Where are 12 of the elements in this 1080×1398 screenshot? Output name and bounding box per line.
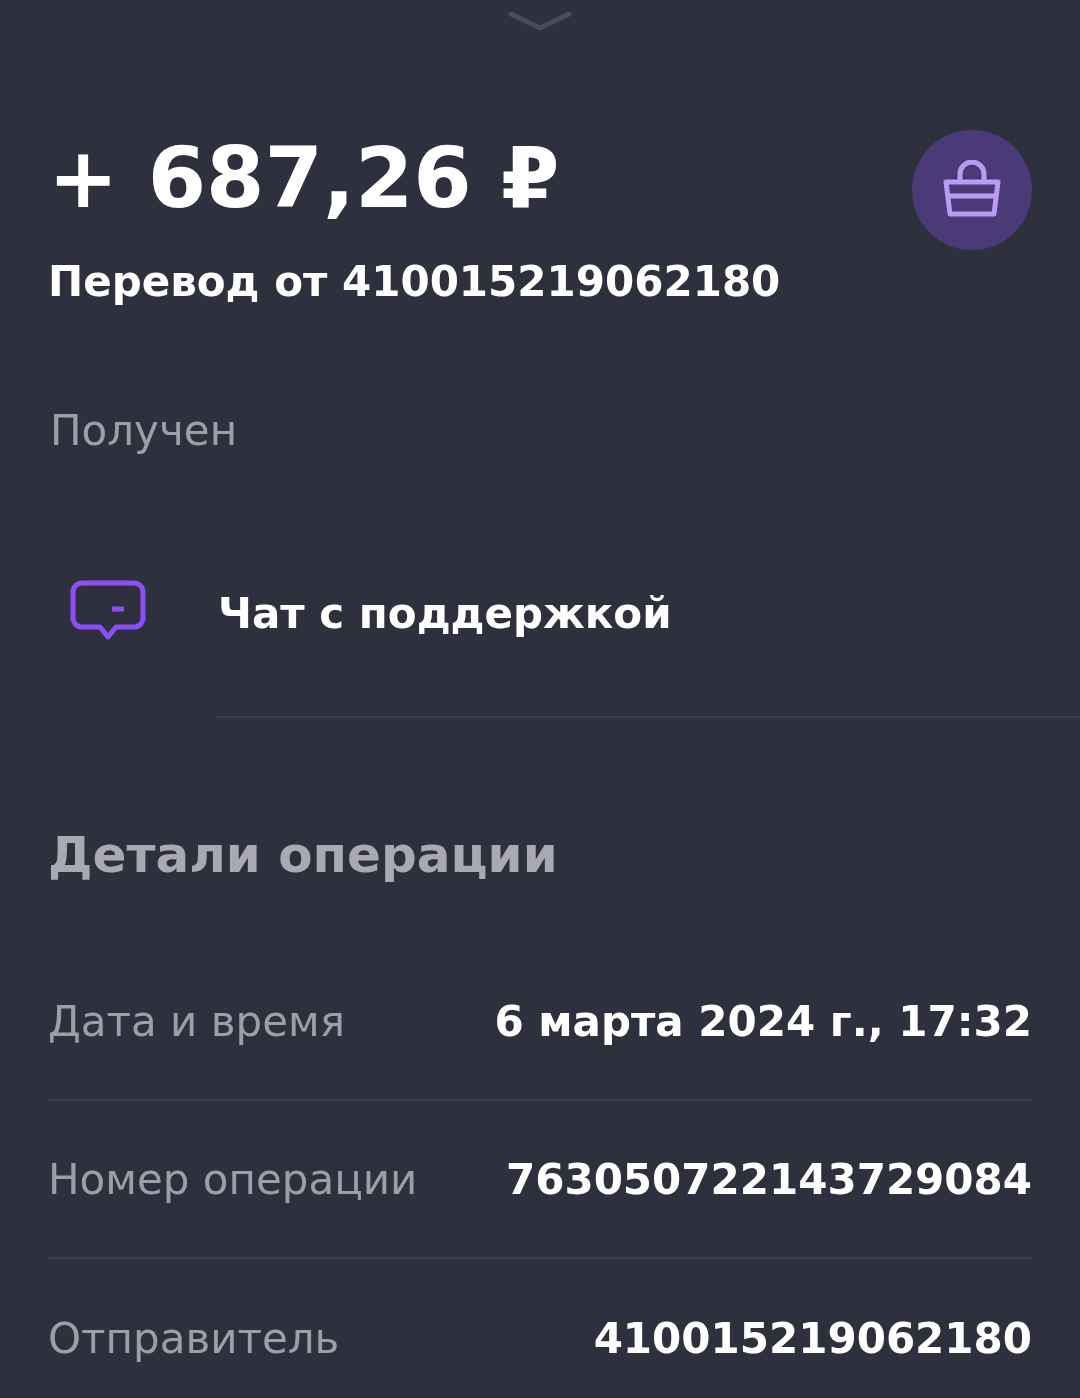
support-chat-link[interactable]: Чат с поддержкой xyxy=(218,581,672,645)
detail-label: Отправитель xyxy=(48,1312,340,1365)
detail-value: 410015219062180 xyxy=(593,1312,1032,1365)
detail-label: Номер операции xyxy=(48,1153,418,1206)
transfer-title: Перевод от 410015219062180 xyxy=(48,256,781,308)
detail-value: 6 марта 2024 г., 17:32 xyxy=(494,995,1032,1048)
detail-value: 763050722143729084 xyxy=(505,1153,1032,1206)
chevron-down-icon[interactable] xyxy=(508,10,572,34)
detail-label: Дата и время xyxy=(48,995,345,1048)
status-text: Получен xyxy=(49,405,239,457)
section-heading: Детали операции xyxy=(47,825,559,886)
amount: + 687,26 ₽ xyxy=(48,136,561,220)
